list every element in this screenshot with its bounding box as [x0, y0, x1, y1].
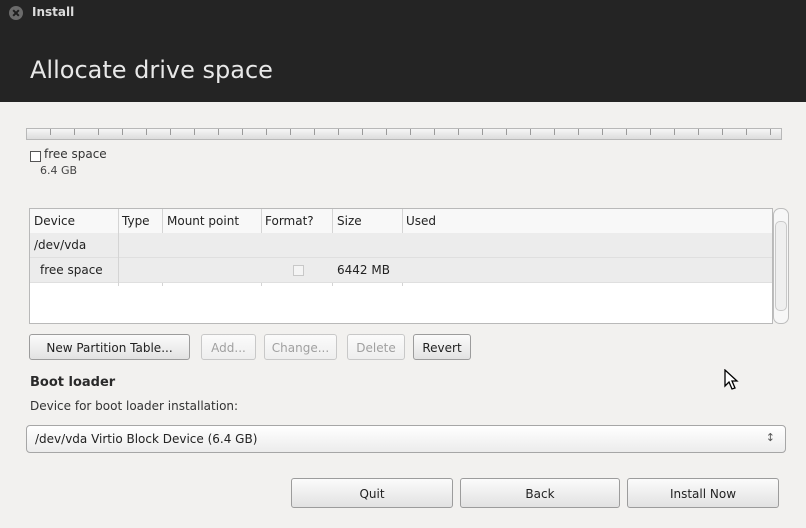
cell-device: free space — [40, 263, 103, 277]
boot-loader-description: Device for boot loader installation: — [30, 399, 239, 413]
partition-bar-ticks — [27, 129, 781, 135]
partition-table[interactable]: Device Type Mount point Format? Size Use… — [29, 208, 773, 324]
free-space-legend-swatch — [30, 151, 41, 162]
boot-loader-title: Boot loader — [30, 375, 116, 390]
scrollbar-thumb[interactable] — [775, 221, 787, 311]
revert-button[interactable]: Revert — [413, 334, 471, 360]
cell-device: /dev/vda — [34, 238, 87, 252]
delete-partition-button[interactable]: Delete — [347, 334, 405, 360]
format-checkbox[interactable] — [293, 265, 304, 276]
partition-bar — [26, 128, 782, 140]
install-now-button[interactable]: Install Now — [627, 478, 779, 508]
window-title: Install — [32, 5, 75, 19]
column-header-format[interactable]: Format? — [265, 214, 314, 228]
change-partition-button[interactable]: Change... — [264, 334, 337, 360]
column-header-used[interactable]: Used — [406, 214, 436, 228]
installer-window: Install Allocate drive space free space … — [0, 0, 806, 528]
page-title: Allocate drive space — [30, 56, 273, 84]
add-partition-button[interactable]: Add... — [201, 334, 256, 360]
mouse-pointer-icon — [724, 369, 739, 390]
quit-button[interactable]: Quit — [291, 478, 453, 508]
column-header-mount-point[interactable]: Mount point — [167, 214, 239, 228]
back-button[interactable]: Back — [460, 478, 620, 508]
boot-loader-device-select[interactable]: /dev/vda Virtio Block Device (6.4 GB) ↕ — [26, 425, 786, 453]
close-icon[interactable] — [9, 6, 23, 20]
main-content: free space 6.4 GB Device Type Mount poin… — [0, 102, 806, 528]
column-header-size[interactable]: Size — [337, 214, 362, 228]
boot-loader-selected-value: /dev/vda Virtio Block Device (6.4 GB) — [35, 432, 258, 446]
updown-chevron-icon: ↕ — [765, 431, 775, 444]
free-space-legend-size: 6.4 GB — [40, 164, 78, 177]
cell-size: 6442 MB — [337, 263, 390, 277]
column-header-type[interactable]: Type — [122, 214, 150, 228]
free-space-legend-label: free space — [44, 147, 107, 161]
new-partition-table-button[interactable]: New Partition Table... — [29, 334, 190, 360]
table-row-dev-vda[interactable]: /dev/vda — [30, 233, 772, 258]
table-header: Device Type Mount point Format? Size Use… — [30, 209, 772, 234]
column-header-device[interactable]: Device — [34, 214, 75, 228]
page-header: Allocate drive space — [0, 28, 806, 102]
column-separator — [118, 233, 119, 283]
title-bar: Install — [0, 0, 806, 28]
table-scrollbar[interactable] — [773, 208, 789, 324]
table-row-free-space[interactable]: free space 6442 MB — [30, 258, 772, 283]
